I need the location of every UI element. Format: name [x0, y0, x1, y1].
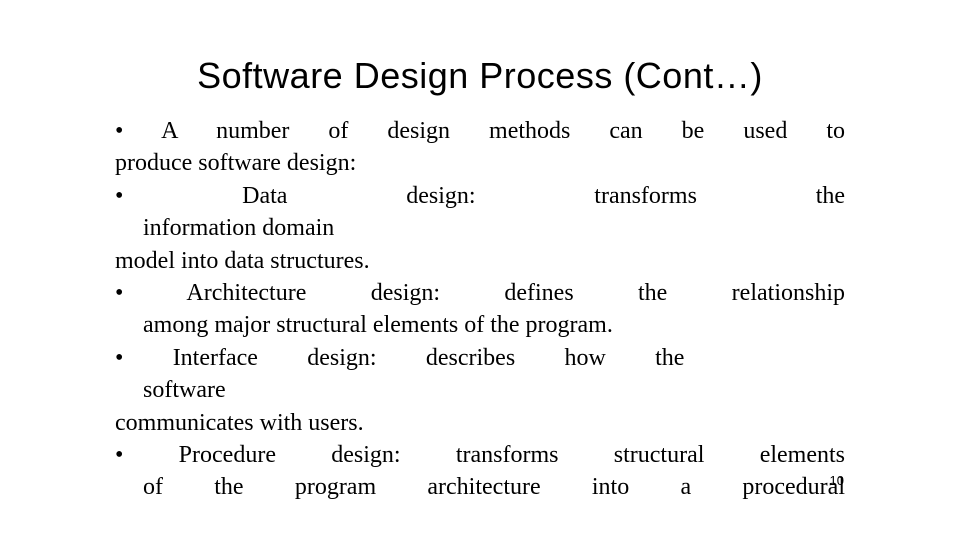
- body-line: • Interface design: describes how the: [115, 342, 684, 374]
- body-line: of the program architecture into a proce…: [115, 471, 845, 503]
- text-span: design:: [406, 183, 475, 209]
- body-line: • Procedure design: transforms structura…: [115, 439, 845, 471]
- text-span: describes how the: [426, 345, 685, 371]
- body-line: among major structural elements of the p…: [115, 309, 845, 341]
- body-line: information domain: [115, 212, 845, 244]
- slide-title: Software Design Process (Cont…): [115, 55, 845, 97]
- body-line: software: [115, 374, 845, 406]
- text-span: design:: [307, 345, 376, 371]
- body-line: communicates with users.: [115, 407, 845, 439]
- page-number: 10: [830, 473, 844, 488]
- body-line: • A number of design methods can be used…: [115, 115, 845, 147]
- body-line: • Architecture design: defines the relat…: [115, 277, 845, 309]
- body-line: produce software design:: [115, 147, 845, 179]
- body-line: model into data structures.: [115, 245, 845, 277]
- slide-container: Software Design Process (Cont…) • A numb…: [0, 0, 960, 504]
- text-span: the: [816, 183, 845, 209]
- text-span: • Data: [115, 183, 287, 209]
- text-span: transforms: [594, 183, 697, 209]
- slide-body: • A number of design methods can be used…: [115, 115, 845, 504]
- text-span: • Interface: [115, 345, 258, 371]
- body-line: • Data design: transforms the: [115, 180, 845, 212]
